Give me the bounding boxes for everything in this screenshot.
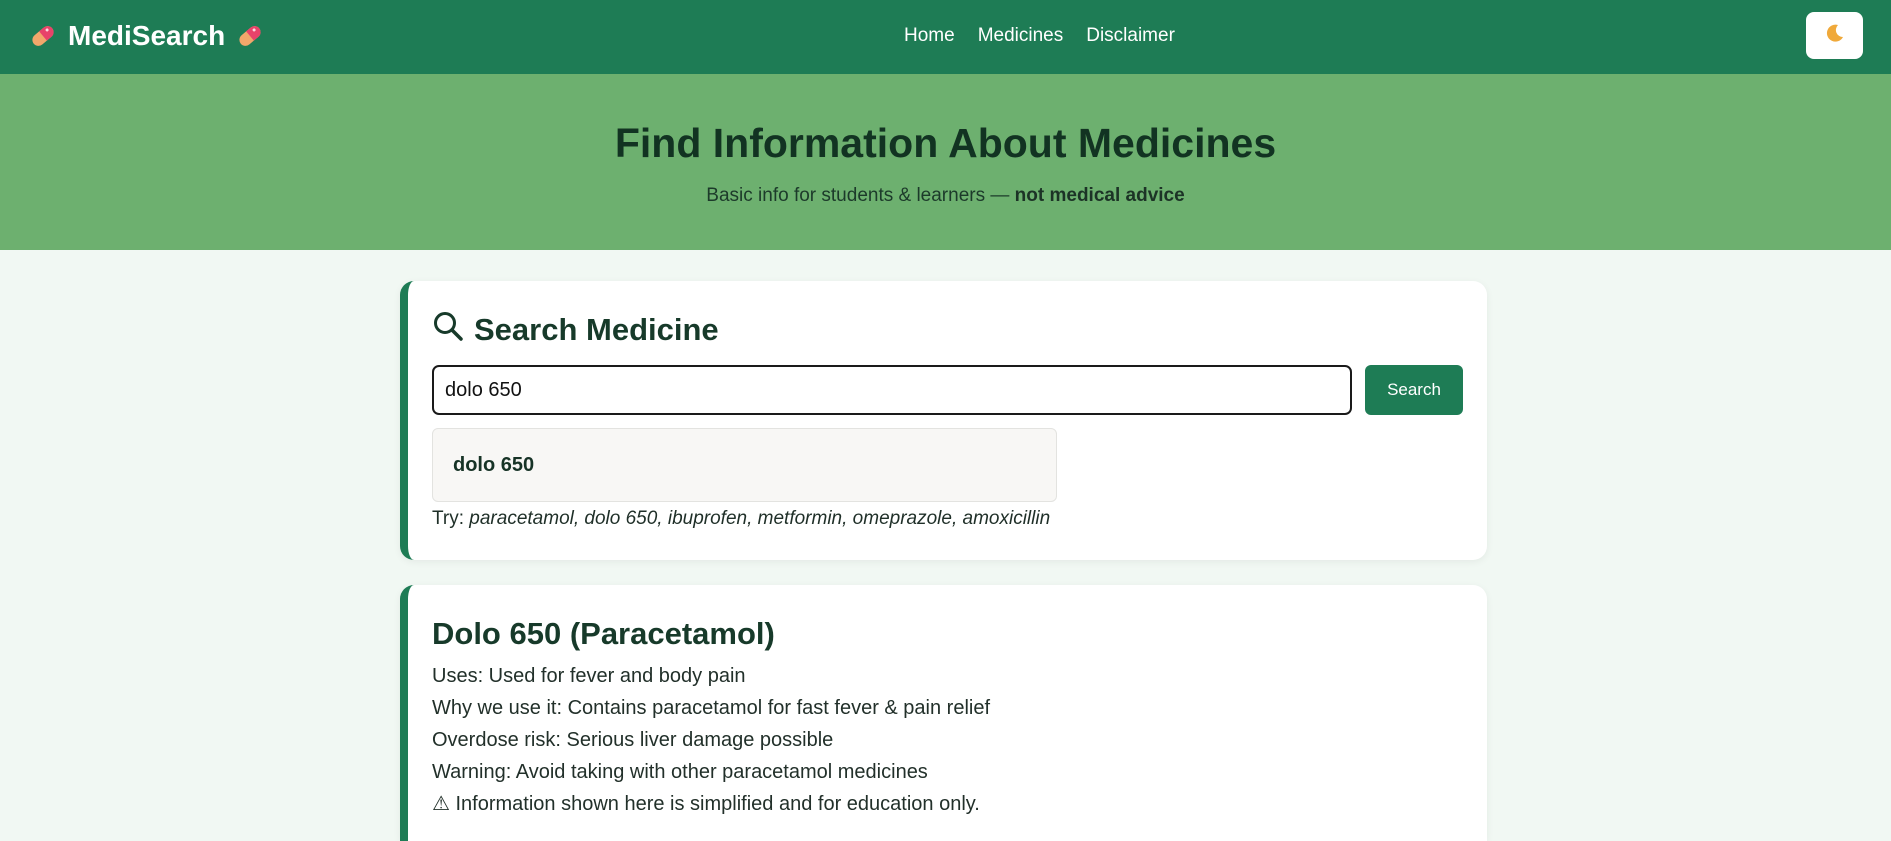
hero-banner: Find Information About Medicines Basic i…	[0, 74, 1891, 250]
navbar: MediSearch Home Medicines Disclaimer	[0, 0, 1891, 74]
result-warning: Warning: Avoid taking with other paracet…	[432, 761, 928, 783]
result-uses: Uses: Used for fever and body pain	[432, 665, 746, 687]
search-button[interactable]: Search	[1365, 365, 1463, 415]
hero-subtitle: Basic info for students & learners — not…	[0, 185, 1891, 207]
hero-subtitle-emphasis: not medical advice	[1014, 185, 1185, 206]
nav-link-disclaimer[interactable]: Disclaimer	[1086, 25, 1175, 47]
nav-link-home[interactable]: Home	[904, 25, 955, 47]
result-details: Uses: Used for fever and body pain Why w…	[432, 663, 990, 823]
pill-icon	[28, 21, 58, 51]
try-prefix: Try:	[432, 508, 465, 529]
search-icon	[432, 310, 464, 350]
try-example-list: paracetamol, dolo 650, ibuprofen, metfor…	[469, 508, 1051, 529]
moon-icon	[1824, 22, 1846, 50]
result-note: ⚠ Information shown here is simplified a…	[432, 793, 980, 815]
search-heading: Search Medicine	[432, 310, 719, 350]
theme-toggle-button[interactable]	[1806, 12, 1863, 59]
pill-icon	[235, 21, 265, 51]
brand-logo[interactable]: MediSearch	[28, 16, 265, 56]
search-title: Search Medicine	[474, 312, 719, 347]
search-suggestion[interactable]: dolo 650	[432, 428, 1057, 502]
search-card: Search Medicine Search dolo 650 Try: par…	[400, 281, 1487, 560]
nav-links: Home Medicines Disclaimer	[904, 22, 1175, 50]
search-input[interactable]	[432, 365, 1352, 415]
result-why: Why we use it: Contains paracetamol for …	[432, 697, 991, 719]
brand-name: MediSearch	[68, 20, 226, 51]
result-overdose: Overdose risk: Serious liver damage poss…	[432, 729, 834, 751]
result-card: Dolo 650 (Paracetamol) Uses: Used for fe…	[400, 585, 1487, 841]
hero-subtitle-text: Basic info for students & learners —	[706, 185, 1010, 206]
hero-title: Find Information About Medicines	[614, 120, 1277, 166]
result-title: Dolo 650 (Paracetamol)	[432, 616, 775, 651]
try-examples: Try: paracetamol, dolo 650, ibuprofen, m…	[432, 508, 1050, 530]
nav-link-medicines[interactable]: Medicines	[978, 25, 1064, 47]
